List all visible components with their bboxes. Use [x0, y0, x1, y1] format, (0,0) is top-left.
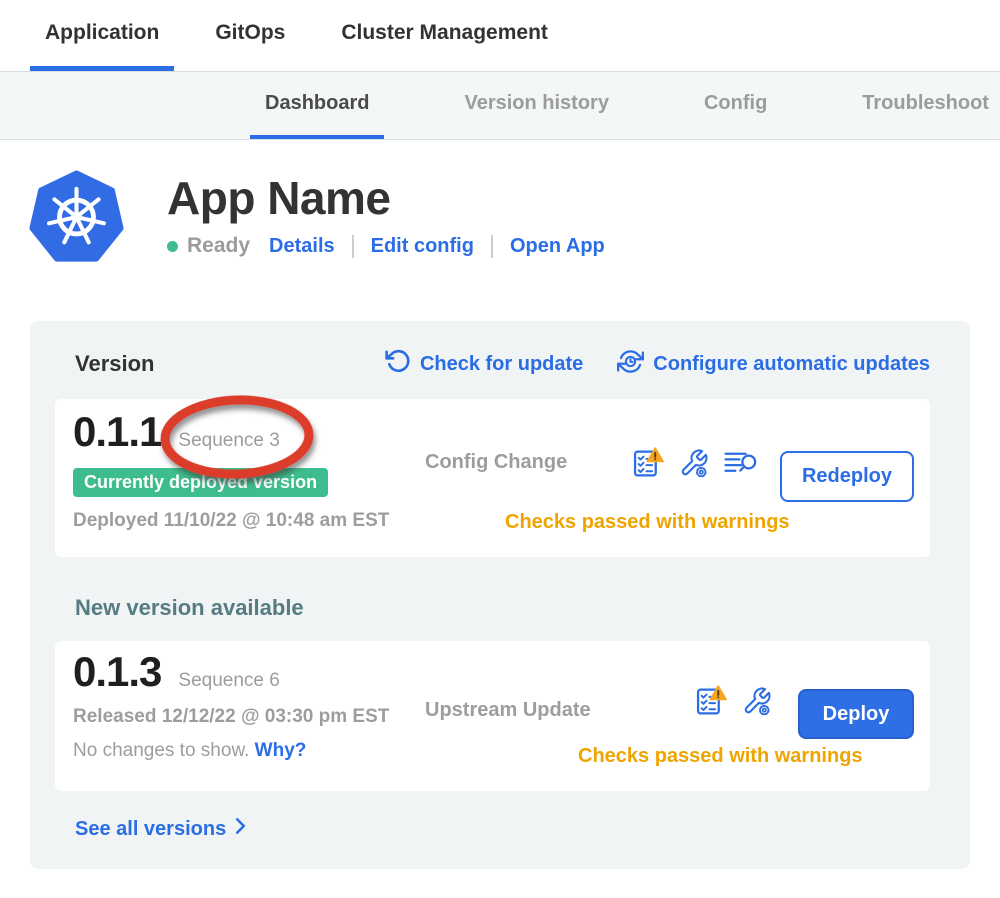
page-title: App Name — [167, 174, 605, 222]
new-version-heading: New version available — [75, 595, 930, 621]
version-source-label: Upstream Update — [425, 699, 591, 722]
config-wrench-icon[interactable] — [679, 448, 709, 478]
divider — [491, 235, 493, 258]
currently-deployed-badge: Currently deployed version — [73, 468, 328, 497]
tab-cluster-management[interactable]: Cluster Management — [326, 0, 563, 71]
chevron-right-icon — [235, 817, 246, 841]
available-version-card: 0.1.3 Sequence 6 Released 12/12/22 @ 03:… — [55, 641, 930, 791]
version-panel: Version Check for update — [30, 321, 970, 869]
available-version-number: 0.1.3 — [73, 651, 161, 693]
status-badge: Ready — [187, 234, 250, 258]
current-version-card: 0.1.1 Sequence 3 Currently deployed vers… — [55, 399, 930, 557]
released-timestamp: Released 12/12/22 @ 03:30 pm EST — [73, 706, 389, 728]
tab-dashboard[interactable]: Dashboard — [250, 72, 384, 139]
divider — [352, 235, 354, 258]
configure-automatic-updates-label: Configure automatic updates — [653, 353, 930, 376]
tab-version-history[interactable]: Version history — [449, 72, 624, 139]
current-version-number: 0.1.1 — [73, 411, 161, 453]
checks-warning-label: Checks passed with warnings — [578, 745, 863, 768]
primary-nav: Application GitOps Cluster Management — [0, 0, 1000, 71]
see-all-versions-link[interactable]: See all versions — [75, 817, 246, 841]
check-for-update-link[interactable]: Check for update — [385, 348, 583, 380]
tab-application[interactable]: Application — [30, 0, 174, 71]
see-all-versions-label: See all versions — [75, 818, 226, 841]
version-panel-title: Version — [75, 351, 154, 377]
config-wrench-icon[interactable] — [742, 686, 772, 716]
auto-update-icon — [617, 348, 644, 381]
configure-automatic-updates-link[interactable]: Configure automatic updates — [617, 348, 930, 381]
tab-troubleshoot[interactable]: Troubleshoot — [847, 72, 1000, 139]
deployed-timestamp: Deployed 11/10/22 @ 10:48 am EST — [73, 510, 389, 532]
view-files-search-icon[interactable] — [724, 449, 757, 476]
deploy-button[interactable]: Deploy — [798, 689, 914, 739]
edit-config-link[interactable]: Edit config — [371, 235, 474, 258]
preflight-checks-warning-icon[interactable] — [633, 447, 664, 478]
ready-status-dot — [167, 241, 178, 252]
checks-warning-label: Checks passed with warnings — [505, 511, 790, 534]
tab-config[interactable]: Config — [689, 72, 782, 139]
available-sequence-label: Sequence 6 — [178, 670, 279, 692]
redeploy-button[interactable]: Redeploy — [780, 451, 914, 502]
kubernetes-logo-icon — [28, 170, 125, 269]
check-for-update-label: Check for update — [420, 353, 583, 376]
details-link[interactable]: Details — [269, 235, 335, 258]
current-sequence-label: Sequence 3 — [178, 430, 279, 452]
tab-gitops[interactable]: GitOps — [200, 0, 300, 71]
secondary-nav: Dashboard Version history Config Trouble… — [0, 71, 1000, 140]
why-link[interactable]: Why? — [255, 740, 307, 761]
open-app-link[interactable]: Open App — [510, 235, 605, 258]
refresh-icon — [385, 348, 411, 380]
app-header: App Name Ready Details Edit config Open … — [28, 170, 1000, 269]
preflight-checks-warning-icon[interactable] — [696, 685, 727, 716]
no-changes-label: No changes to show. — [73, 740, 249, 761]
version-source-label: Config Change — [425, 451, 567, 474]
